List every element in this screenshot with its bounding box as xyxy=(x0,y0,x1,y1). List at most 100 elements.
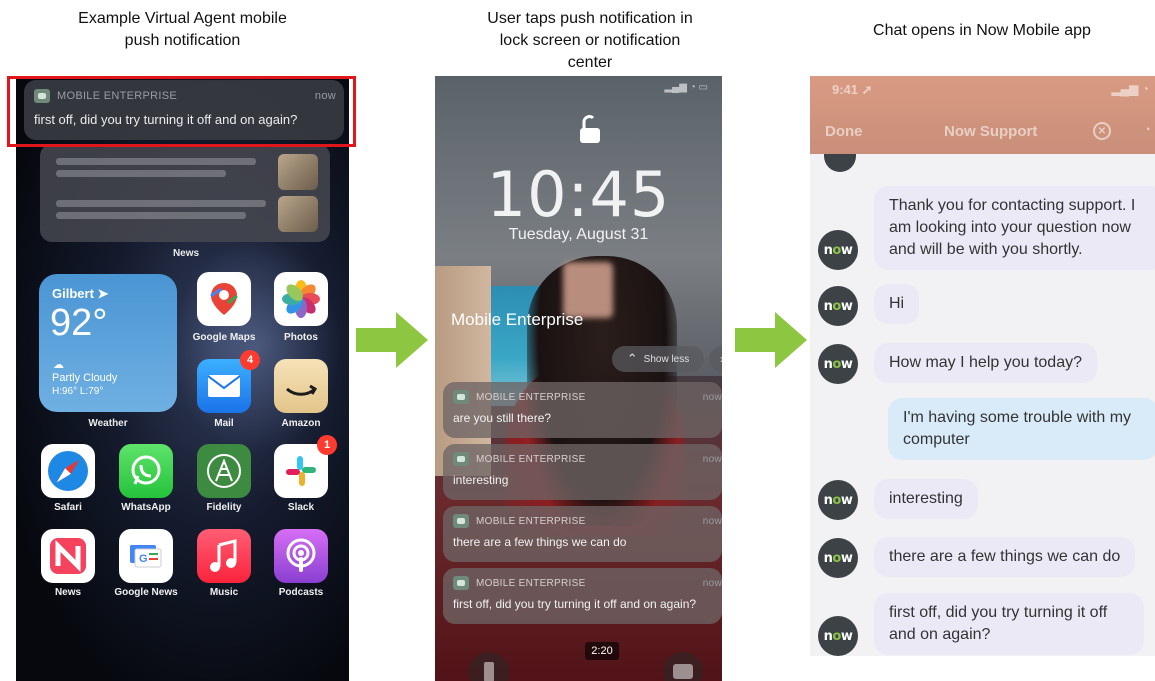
caption-line: push notification xyxy=(124,32,241,49)
show-less-button[interactable]: ⌃ Show less xyxy=(612,346,704,372)
avatar xyxy=(824,154,856,172)
mobile-enterprise-icon xyxy=(453,514,469,528)
app-label: Google Maps xyxy=(192,332,256,343)
notification-time: now xyxy=(702,515,722,527)
google-news-icon[interactable]: G xyxy=(119,529,173,583)
app-label: Google News xyxy=(114,587,178,598)
camera-icon xyxy=(673,664,693,679)
user-message-bubble: I'm having some trouble with my computer xyxy=(888,398,1155,460)
caption-step3: Chat opens in Now Mobile app xyxy=(832,20,1132,42)
lock-notification[interactable]: MOBILE ENTERPRISE now interesting xyxy=(443,444,722,500)
status-time: 9:41 ➚ xyxy=(832,82,873,97)
music-icon[interactable] xyxy=(197,529,251,583)
mail-badge: 4 xyxy=(240,350,260,370)
amazon-icon[interactable] xyxy=(274,359,328,413)
avatar: now xyxy=(818,616,858,656)
mobile-enterprise-icon xyxy=(453,452,469,466)
notification-message: first off, did you try turning it off an… xyxy=(453,597,697,611)
lock-notification[interactable]: MOBILE ENTERPRISE now are you still ther… xyxy=(443,382,722,438)
avatar: now xyxy=(818,286,858,326)
notification-message: there are a few things we can do xyxy=(453,535,627,549)
flashlight-button[interactable] xyxy=(469,652,509,681)
weather-city: Gilbert ➤ xyxy=(52,286,109,301)
news-widget[interactable] xyxy=(40,144,330,242)
status-bar-icons: ▂▄▆ ◔ ▭ xyxy=(664,82,708,93)
caption-step2: User taps push notification in lock scre… xyxy=(440,8,740,74)
caption-line: User taps push notification in xyxy=(487,10,693,27)
whatsapp-icon[interactable] xyxy=(119,444,173,498)
notification-time: now xyxy=(702,391,722,403)
chat-title: Now Support xyxy=(944,123,1038,140)
show-less-label: Show less xyxy=(643,353,690,365)
weather-hilo: H:96° L:79° xyxy=(52,386,104,397)
partly-cloudy-icon: ☁ xyxy=(53,359,64,371)
notification-time: now xyxy=(702,577,722,589)
app-label: Music xyxy=(209,587,239,598)
app-label: WhatsApp xyxy=(121,502,171,513)
more-icon[interactable]: · xyxy=(1146,121,1151,139)
weather-label: Weather xyxy=(88,418,128,429)
caption-step1: Example Virtual Agent mobile push notifi… xyxy=(30,8,335,52)
mobile-enterprise-icon xyxy=(453,390,469,404)
done-button[interactable]: Done xyxy=(825,123,863,140)
news-thumbnail xyxy=(278,154,318,190)
google-maps-icon[interactable] xyxy=(197,272,251,326)
app-label: Podcasts xyxy=(278,587,324,598)
notification-app-name: MOBILE ENTERPRISE xyxy=(476,453,586,465)
camera-button[interactable] xyxy=(663,652,703,681)
weather-temp: 92° xyxy=(50,302,108,344)
photos-icon[interactable] xyxy=(274,272,328,326)
app-label: Slack xyxy=(287,502,315,513)
news-thumbnail xyxy=(278,196,318,232)
news-label: News xyxy=(172,248,200,259)
avatar: now xyxy=(818,538,858,578)
home-screen: MOBILE ENTERPRISE now first off, did you… xyxy=(16,76,349,681)
app-label: Amazon xyxy=(281,418,321,429)
notification-group-title: Mobile Enterprise xyxy=(451,310,584,329)
lock-date: Tuesday, August 31 xyxy=(508,226,649,243)
agent-message-bubble: first off, did you try turning it off an… xyxy=(874,593,1144,655)
app-label: Fidelity xyxy=(206,502,242,513)
status-bar-icons: ▂▄▆ ◔ xyxy=(1111,82,1149,96)
flashlight-icon xyxy=(484,662,494,681)
agent-message-bubble: interesting xyxy=(874,479,978,519)
agent-message-bubble: there are a few things we can do xyxy=(874,537,1136,577)
mobile-enterprise-icon xyxy=(453,576,469,590)
agent-message-bubble: Thank you for contacting support. I am l… xyxy=(874,186,1155,270)
close-icon[interactable]: ✕ xyxy=(1093,122,1111,140)
app-label: Photos xyxy=(284,332,318,343)
video-timer: 2:20 xyxy=(585,642,619,660)
chevron-up-icon: ⌃ xyxy=(626,351,638,366)
chat-screen: 9:41 ➚ ▂▄▆ ◔ Done Now Support ✕ · Thank … xyxy=(810,76,1155,656)
news-icon[interactable] xyxy=(41,529,95,583)
chat-header: 9:41 ➚ ▂▄▆ ◔ Done Now Support ✕ · xyxy=(810,76,1155,154)
svg-text:G: G xyxy=(139,553,148,565)
slack-badge: 1 xyxy=(317,435,337,455)
notification-message: interesting xyxy=(453,473,509,487)
notification-time: now xyxy=(702,453,722,465)
agent-message-bubble: Hi xyxy=(874,284,920,324)
avatar: now xyxy=(818,480,858,520)
notification-app-name: MOBILE ENTERPRISE xyxy=(476,515,586,527)
lock-screen: ▂▄▆ ◔ ▭ 10:45 Tuesday, August 31 Mobile … xyxy=(435,76,722,681)
podcasts-icon[interactable] xyxy=(274,529,328,583)
lock-notification[interactable]: MOBILE ENTERPRISE now first off, did you… xyxy=(443,568,722,624)
unlocked-padlock-icon xyxy=(580,115,600,143)
location-arrow-icon: ➤ xyxy=(97,286,109,301)
app-label: Mail xyxy=(214,418,234,429)
lock-time: 10:45 xyxy=(486,158,671,231)
highlight-box xyxy=(7,76,356,147)
caption-line: Chat opens in Now Mobile app xyxy=(873,22,1091,39)
fidelity-icon[interactable] xyxy=(197,444,251,498)
app-label: News xyxy=(54,587,82,598)
green-arrow-icon xyxy=(356,312,428,368)
lock-notification[interactable]: MOBILE ENTERPRISE now there are a few th… xyxy=(443,506,722,562)
weather-condition: Partly Cloudy xyxy=(52,372,118,384)
caption-line: Example Virtual Agent mobile xyxy=(78,10,287,27)
safari-icon[interactable] xyxy=(41,444,95,498)
caption-line: center xyxy=(567,54,613,71)
notification-app-name: MOBILE ENTERPRISE xyxy=(476,391,586,403)
avatar: now xyxy=(818,344,858,384)
weather-widget[interactable]: Gilbert ➤ 92° ☁ Partly Cloudy H:96° L:79… xyxy=(39,274,177,412)
app-label: Safari xyxy=(54,502,82,513)
